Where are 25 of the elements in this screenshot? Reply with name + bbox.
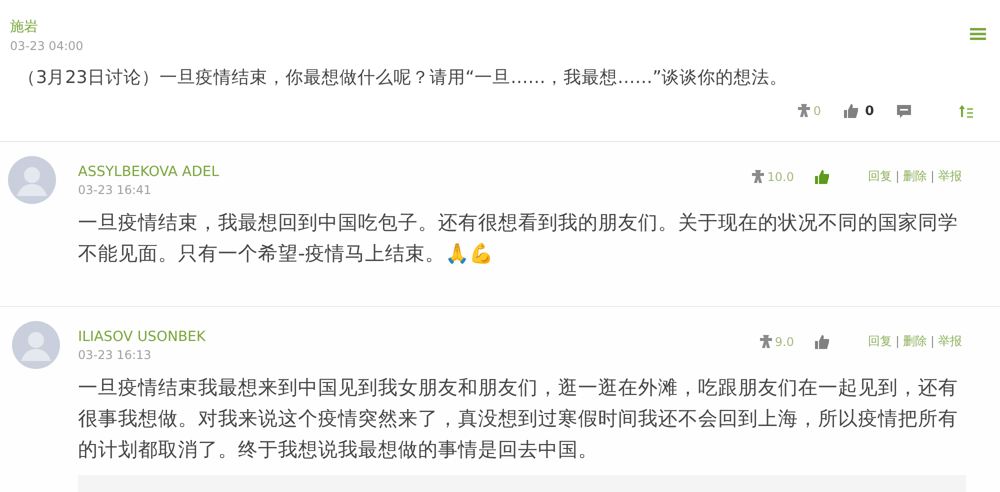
thumbs-up-icon[interactable]	[814, 168, 830, 184]
action-link[interactable]: 删除	[903, 168, 927, 185]
score-value: 9.0	[774, 334, 794, 348]
thumbs-up-icon[interactable]	[814, 334, 830, 350]
action-link[interactable]: 举报	[938, 168, 962, 185]
post-time: 03-23 04:00	[10, 39, 84, 53]
comment-text: 一旦疫情结束，我最想回到中国吃包子。还有很想看到我的朋友们。关于现在的状况不同的国家同学不能见面。只有一个希望-疫情马上结束。🙏💪	[78, 210, 959, 267]
action-link[interactable]: 回复	[868, 333, 892, 350]
action-link[interactable]: 回复	[868, 168, 892, 185]
author-name[interactable]: 施岩	[10, 18, 84, 36]
comment-icon[interactable]	[896, 104, 912, 118]
topic-text: （3月23日讨论）一旦疫情结束，你最想做什么呢？请用“一旦……，我最想……”谈谈你的想法。	[18, 67, 789, 89]
comment-time: 03-23 16:41	[78, 183, 152, 197]
comment-time: 03-23 16:13	[78, 348, 152, 362]
comment-text: 一旦疫情结束我最想来到中国见到我女朋友和朋友们，逛一逛在外滩，吃跟朋友们在一起见到，还有很事我想做。对我来说这个疫情突然来了，真没想到过寒假时间我还不会回到上海，所以疫情把所有的计划都取消了。终于我想说我最想做的事情是回去中国。	[78, 375, 959, 463]
author-name[interactable]: ILIASOV USONBEK	[78, 329, 206, 345]
action-link[interactable]: 举报	[938, 333, 962, 350]
menu-icon[interactable]	[970, 28, 986, 40]
author-name[interactable]: ASSYLBEKOVA ADEL	[78, 164, 220, 180]
like-count: 0	[864, 104, 874, 118]
score-value: 0	[813, 104, 821, 118]
score-value: 10.0	[767, 170, 794, 184]
action-link[interactable]: 删除	[903, 333, 927, 350]
thumbs-up-icon[interactable]	[842, 103, 859, 119]
sort-icon[interactable]	[958, 104, 974, 118]
